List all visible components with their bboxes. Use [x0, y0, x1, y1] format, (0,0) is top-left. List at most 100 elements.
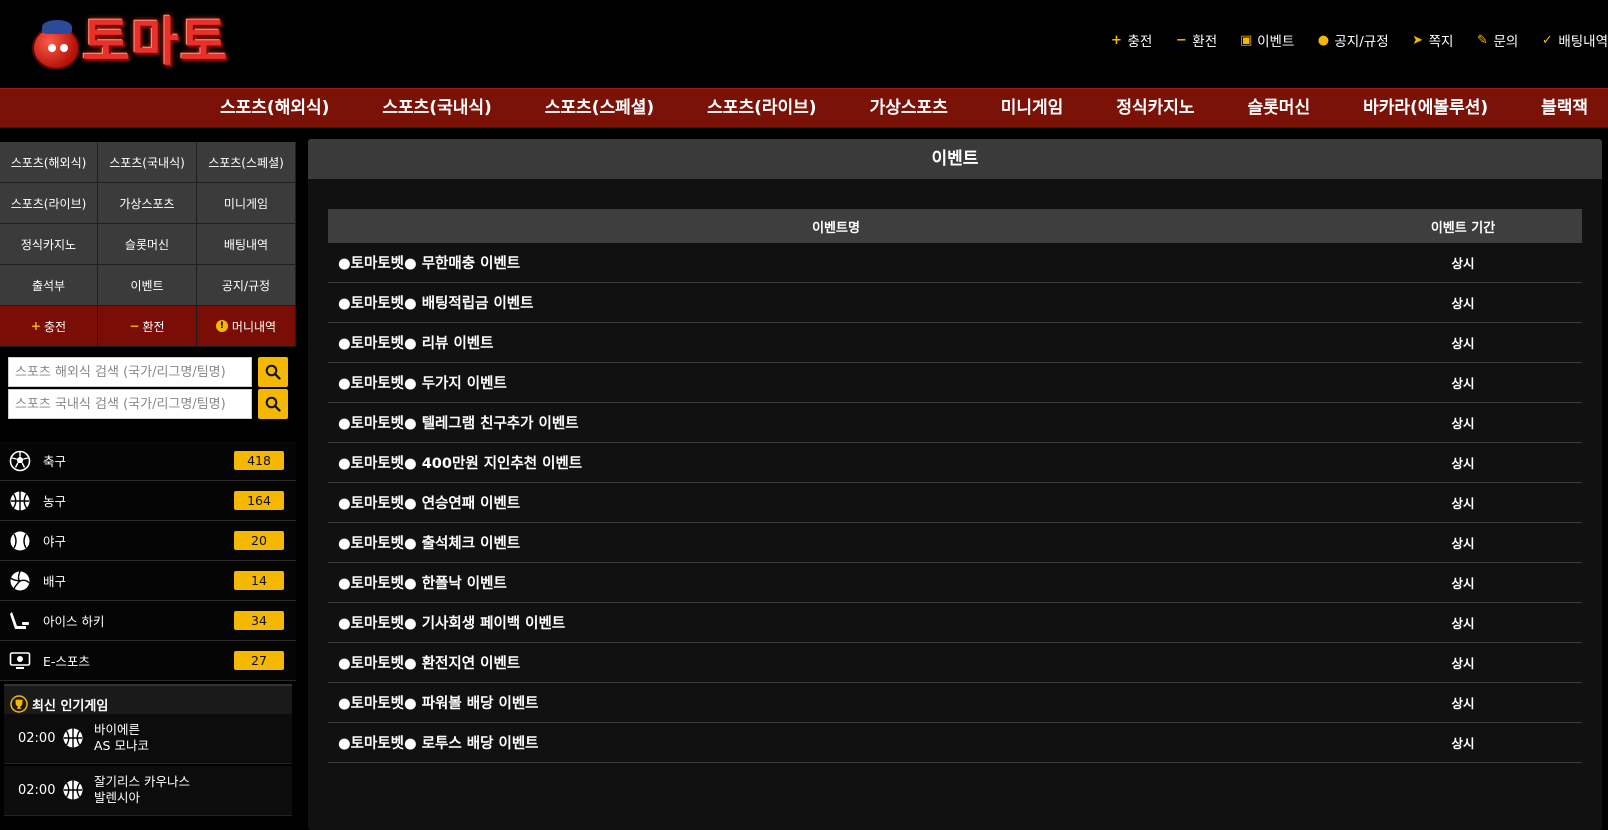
- top-link-inquiry[interactable]: ✎ 문의: [1475, 30, 1519, 51]
- sidebar-item-bet-history[interactable]: 배팅내역: [197, 224, 296, 265]
- event-period: 상시: [1451, 416, 1475, 431]
- nav-item-sports-live[interactable]: 스포츠(라이브): [707, 89, 816, 127]
- nav-item-virtual-sports[interactable]: 가상스포츠: [870, 89, 948, 127]
- sidebar-item-slot[interactable]: 슬롯머신: [98, 224, 197, 265]
- money-history-button[interactable]: ! 머니내역: [197, 306, 296, 347]
- table-row[interactable]: ●토마토벳● 기사회생 페이백 이벤트 상시: [328, 603, 1582, 643]
- sport-count-badge: 164: [234, 491, 284, 510]
- nav-item-blackjack[interactable]: 블랙잭: [1541, 89, 1588, 127]
- search-overseas-button[interactable]: [258, 357, 288, 387]
- home-team: 잘기리스 카우나스: [94, 774, 190, 789]
- popular-game-item[interactable]: 02:00 바이에른 AS 모나코: [4, 714, 292, 764]
- sidebar-item-attendance[interactable]: 출석부: [0, 265, 98, 306]
- charge-button[interactable]: + 충전: [0, 306, 98, 347]
- top-link-event[interactable]: ▣ 이벤트: [1239, 30, 1294, 51]
- event-name[interactable]: ●토마토벳● 환전지연 이벤트: [328, 652, 1344, 673]
- nav-item-sports-overseas[interactable]: 스포츠(해외식): [220, 89, 329, 127]
- away-team: AS 모나코: [94, 738, 149, 753]
- event-name[interactable]: ●토마토벳● 리뷰 이벤트: [328, 332, 1344, 353]
- plus-icon: +: [1110, 32, 1122, 48]
- table-row[interactable]: ●토마토벳● 무한매충 이벤트 상시: [328, 243, 1582, 283]
- event-name[interactable]: ●토마토벳● 두가지 이벤트: [328, 372, 1344, 393]
- table-row[interactable]: ●토마토벳● 환전지연 이벤트 상시: [328, 643, 1582, 683]
- event-name[interactable]: ●토마토벳● 기사회생 페이백 이벤트: [328, 612, 1344, 633]
- sidebar-item-sports-domestic[interactable]: 스포츠(국내식): [98, 142, 197, 183]
- event-period: 상시: [1451, 736, 1475, 751]
- top-link-label: 문의: [1493, 34, 1519, 50]
- event-period: 상시: [1451, 536, 1475, 551]
- table-row[interactable]: ●토마토벳● 출석체크 이벤트 상시: [328, 523, 1582, 563]
- sport-item-soccer[interactable]: 축구 418: [0, 441, 296, 481]
- top-link-bet-history[interactable]: ✓ 배팅내역: [1540, 30, 1608, 51]
- search-domestic: [8, 389, 288, 419]
- event-name[interactable]: ●토마토벳● 연승연패 이벤트: [328, 492, 1344, 513]
- logo-text: 토마토: [82, 13, 229, 73]
- nav-item-slot[interactable]: 슬롯머신: [1248, 89, 1311, 127]
- edit-icon: ✎: [1477, 32, 1488, 48]
- soccer-ball-icon: [9, 450, 31, 472]
- table-row[interactable]: ●토마토벳● 한폴낙 이벤트 상시: [328, 563, 1582, 603]
- event-period: 상시: [1451, 616, 1475, 631]
- sidebar-item-sports-overseas[interactable]: 스포츠(해외식): [0, 142, 98, 183]
- search-icon: [265, 364, 281, 380]
- top-links: + 충전 − 환전 ▣ 이벤트 ● 공지/규정 ➤ 쪽지 ✎ 문의 ✓ 배팅내역: [1087, 30, 1608, 51]
- popular-game-item[interactable]: 02:00 잘기리스 카우나스 발렌시아: [4, 766, 292, 816]
- event-name[interactable]: ●토마토벳● 배팅적립금 이벤트: [328, 292, 1344, 313]
- table-row[interactable]: ●토마토벳● 연승연패 이벤트 상시: [328, 483, 1582, 523]
- game-teams: 잘기리스 카우나스 발렌시아: [94, 774, 190, 806]
- top-link-notice[interactable]: ● 공지/규정: [1316, 30, 1389, 51]
- sidebar-item-minigame[interactable]: 미니게임: [197, 183, 296, 224]
- table-row[interactable]: ●토마토벳● 리뷰 이벤트 상시: [328, 323, 1582, 363]
- game-time: 02:00: [18, 731, 56, 746]
- sport-count-badge: 20: [234, 531, 284, 550]
- search-domestic-input[interactable]: [8, 389, 252, 419]
- table-row[interactable]: ●토마토벳● 두가지 이벤트 상시: [328, 363, 1582, 403]
- event-name[interactable]: ●토마토벳● 무한매충 이벤트: [328, 252, 1344, 273]
- basketball-icon: [63, 728, 83, 748]
- sport-item-basketball[interactable]: 농구 164: [0, 481, 296, 521]
- sport-item-esports[interactable]: E-스포츠 27: [0, 641, 296, 681]
- sidebar-item-notice[interactable]: 공지/규정: [197, 265, 296, 306]
- sidebar-item-casino[interactable]: 정식카지노: [0, 224, 98, 265]
- nav-item-minigame[interactable]: 미니게임: [1001, 89, 1064, 127]
- sidebar-item-sports-special[interactable]: 스포츠(스페셜): [197, 142, 296, 183]
- top-link-exchange[interactable]: − 환전: [1174, 30, 1217, 51]
- event-name[interactable]: ●토마토벳● 한폴낙 이벤트: [328, 572, 1344, 593]
- table-row[interactable]: ●토마토벳● 파워볼 배당 이벤트 상시: [328, 683, 1582, 723]
- top-link-message[interactable]: ➤ 쪽지: [1411, 30, 1453, 51]
- sidebar-item-event[interactable]: 이벤트: [98, 265, 197, 306]
- exchange-button[interactable]: − 환전: [98, 306, 197, 347]
- sport-name: E-스포츠: [43, 654, 90, 669]
- sport-item-ice-hockey[interactable]: 아이스 하키 34: [0, 601, 296, 641]
- sidebar-item-sports-live[interactable]: 스포츠(라이브): [0, 183, 98, 224]
- nav-item-casino[interactable]: 정식카지노: [1116, 89, 1194, 127]
- table-row[interactable]: ●토마토벳● 텔레그램 친구추가 이벤트 상시: [328, 403, 1582, 443]
- table-row[interactable]: ●토마토벳● 배팅적립금 이벤트 상시: [328, 283, 1582, 323]
- sidebar-item-virtual-sports[interactable]: 가상스포츠: [98, 183, 197, 224]
- search-overseas-input[interactable]: [8, 357, 252, 387]
- event-name[interactable]: ●토마토벳● 400만원 지인추천 이벤트: [328, 452, 1344, 473]
- money-history-label: 머니내역: [231, 319, 277, 334]
- sidebar: 스포츠(해외식) 스포츠(국내식) 스포츠(스페셜) 스포츠(라이브) 가상스포…: [0, 142, 296, 830]
- ice-hockey-icon: [10, 612, 29, 629]
- sport-item-volleyball[interactable]: 배구 14: [0, 561, 296, 601]
- nav-item-sports-domestic[interactable]: 스포츠(국내식): [382, 89, 491, 127]
- event-name[interactable]: ●토마토벳● 로투스 배당 이벤트: [328, 732, 1344, 753]
- nav-item-sports-special[interactable]: 스포츠(스페셜): [545, 89, 654, 127]
- site-logo[interactable]: 토마토: [30, 12, 254, 74]
- search-overseas: [8, 357, 288, 387]
- nav-item-baccarat[interactable]: 바카라(에볼루션): [1363, 89, 1488, 127]
- search-domestic-button[interactable]: [258, 389, 288, 419]
- table-row[interactable]: ●토마토벳● 로투스 배당 이벤트 상시: [328, 723, 1582, 763]
- sports-list: 축구 418 농구 164 야구 20 배구 14 아이스 하키 34 E-스포…: [0, 441, 296, 681]
- event-name[interactable]: ●토마토벳● 텔레그램 친구추가 이벤트: [328, 412, 1344, 433]
- game-time: 02:00: [18, 783, 56, 798]
- table-row[interactable]: ●토마토벳● 400만원 지인추천 이벤트 상시: [328, 443, 1582, 483]
- top-link-charge[interactable]: + 충전: [1109, 30, 1152, 51]
- event-name[interactable]: ●토마토벳● 출석체크 이벤트: [328, 532, 1344, 553]
- plus-icon: +: [30, 319, 41, 333]
- sport-item-baseball[interactable]: 야구 20: [0, 521, 296, 561]
- event-period: 상시: [1451, 256, 1475, 271]
- event-period: 상시: [1451, 696, 1475, 711]
- event-name[interactable]: ●토마토벳● 파워볼 배당 이벤트: [328, 692, 1344, 713]
